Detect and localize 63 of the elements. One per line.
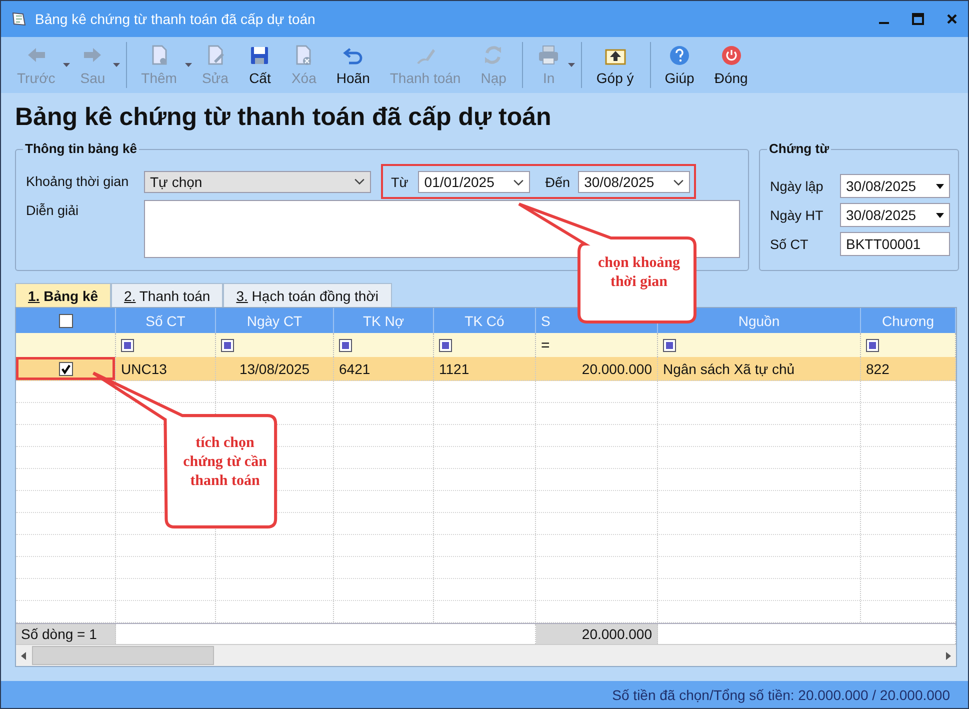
field-label: Ngày HT: [770, 208, 824, 222]
filter-icon[interactable]: [663, 338, 676, 352]
filter-icon[interactable]: [866, 338, 879, 352]
total-amount: 20.000.000: [582, 626, 652, 642]
chevron-down-icon: [354, 178, 365, 185]
dropdown-arrow-icon: [936, 184, 944, 188]
page-heading: Bảng kê chứng từ thanh toán đã cấp dự toán: [15, 102, 552, 133]
description-field[interactable]: [144, 200, 740, 258]
dropdown-arrow-icon[interactable]: [568, 63, 576, 67]
filter-operator[interactable]: =: [541, 336, 550, 354]
app-icon: [11, 11, 27, 27]
field-label: Số CT: [770, 236, 810, 252]
table-cell: 1121: [439, 360, 470, 376]
table-cell: 20.000.000: [582, 360, 652, 376]
to-date-field[interactable]: 30/08/2025: [578, 171, 690, 193]
toolbar-button[interactable]: Giúp: [650, 42, 704, 88]
field-label: Khoảng thời gian: [26, 174, 130, 189]
table-cell: 822: [866, 360, 890, 376]
callout-text: chọn khoảng thời gian: [596, 254, 682, 292]
filter-icon[interactable]: [339, 338, 352, 352]
filter-icon[interactable]: [121, 338, 134, 352]
status-text: Số tiền đã chọn/Tổng số tiền: 20.000.000 / 20.000.000: [612, 686, 950, 702]
horizontal-scrollbar[interactable]: [16, 644, 956, 666]
field-label: Đến: [545, 174, 570, 190]
printer-icon: [537, 44, 560, 67]
text-field[interactable]: BKTT00001: [840, 232, 950, 256]
power-icon: [720, 44, 743, 67]
toolbar-button[interactable]: Góp ý: [581, 42, 644, 88]
help-icon: [668, 44, 692, 67]
close-icon[interactable]: [946, 13, 958, 25]
row-count: Số dòng = 1: [21, 626, 97, 642]
dropdown-arrow-icon: [936, 212, 944, 218]
from-date-field[interactable]: 01/01/2025: [418, 171, 530, 193]
maximize-icon[interactable]: [912, 13, 924, 25]
field-label: Từ: [391, 174, 408, 190]
toolbar-button[interactable]: Đóng: [704, 42, 758, 88]
table-cell: UNC13: [121, 360, 167, 376]
toolbar-button[interactable]: Cất: [238, 42, 282, 88]
dropdown-arrow-icon[interactable]: [63, 63, 70, 67]
panel-legend: Thông tin bảng kê: [23, 141, 139, 156]
tab[interactable]: 2. Thanh toán: [111, 283, 224, 307]
window-title: Bảng kê chứng từ thanh toán đã cấp dự toán: [35, 11, 316, 27]
dropdown-arrow-icon[interactable]: [113, 63, 120, 67]
panel-legend: Chứng từ: [767, 141, 831, 156]
tab[interactable]: 3. Hạch toán đồng thời: [223, 283, 392, 307]
chevron-down-icon: [513, 178, 524, 186]
filter-icon[interactable]: [439, 338, 452, 352]
table-cell: 13/08/2025: [239, 360, 310, 376]
checkbox[interactable]: [58, 314, 72, 328]
chevron-down-icon: [673, 178, 684, 186]
dropdown-arrow-icon[interactable]: [184, 63, 192, 67]
table-cell: Ngân sách Xã tự chủ: [663, 360, 795, 376]
filter-icon[interactable]: [221, 338, 234, 352]
callout-text: tích chọn chứng từ cần thanh toán: [182, 434, 268, 491]
field-label: Ngày lập: [770, 178, 824, 194]
field-label: Diễn giải: [26, 202, 80, 218]
tab[interactable]: 1. Bảng kê: [15, 283, 112, 307]
checkbox[interactable]: [58, 362, 72, 376]
table-cell: 6421: [339, 360, 370, 376]
date-field[interactable]: 30/08/2025: [840, 174, 950, 198]
period-dropdown[interactable]: Tự chọn: [144, 170, 371, 192]
toolbar-button[interactable]: Hoãn: [326, 42, 380, 88]
date-field[interactable]: 30/08/2025: [840, 203, 950, 227]
